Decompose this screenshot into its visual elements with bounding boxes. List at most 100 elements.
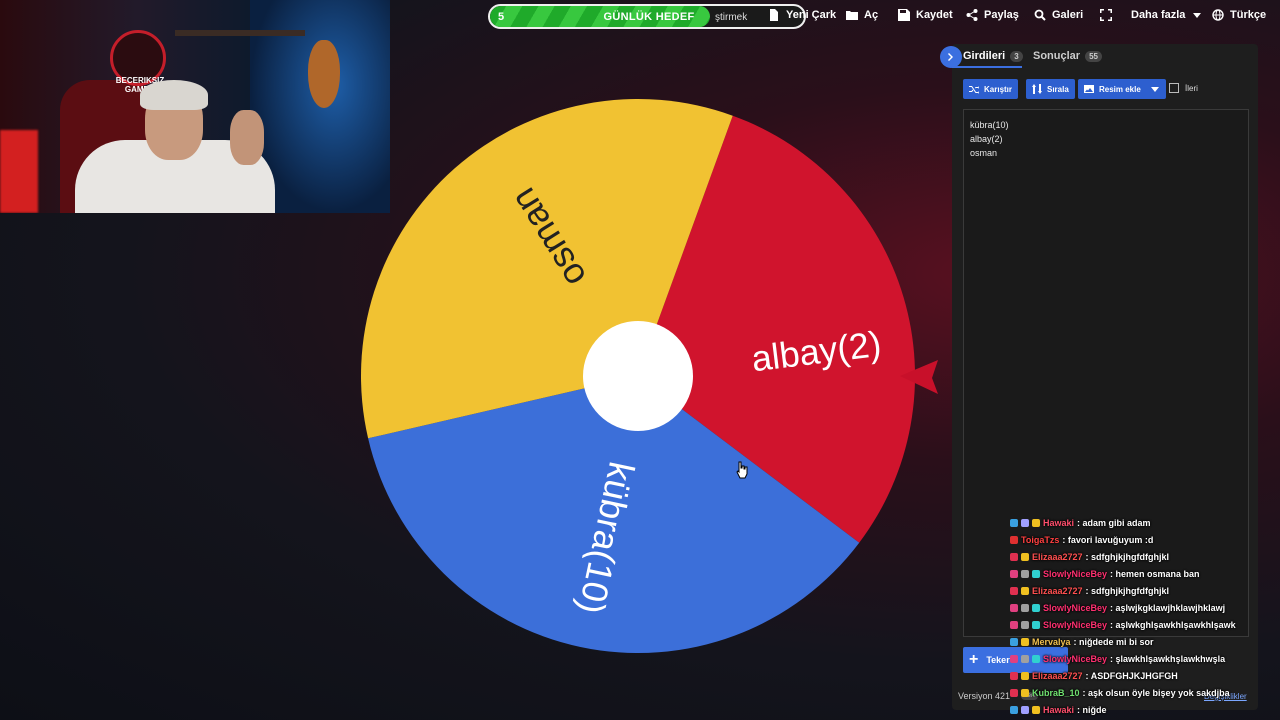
shuffle-button[interactable]: Karıştır [963,79,1019,99]
advanced-toggle[interactable]: İleri [1169,83,1198,93]
chat-username: KubraB_10 [1032,687,1080,698]
chat-username: SlowlyNiceBey [1043,653,1108,664]
chat-text: : favori lavuğuyum :d [1062,534,1154,545]
tab-results-label: Sonuçlar [1033,50,1081,62]
chat-username: SlowlyNiceBey [1043,602,1108,613]
chat-badge-icon [1010,620,1018,629]
chevron-down-icon [1150,87,1159,92]
chat-badge-icon [1010,569,1018,578]
tab-entries[interactable]: Girdileri 3 [963,50,1023,62]
chat-badge-icon [1021,637,1029,646]
sort-label: Sırala [1047,84,1069,94]
chevron-right-icon [948,53,953,61]
share-icon [966,9,978,21]
chat-badge-icon [1010,671,1018,680]
language-button[interactable]: Türkçe [1212,9,1266,21]
chat-username: Hawaki [1043,704,1075,715]
chat-text: : ASDFGHJKJHGFGH [1085,670,1178,681]
chat-badge-icon [1032,603,1040,612]
chat-badge-icon [1010,637,1018,646]
chat-badge-icon [1032,518,1040,527]
chat-username: Mervalya [1032,636,1071,647]
chat-message: SlowlyNiceBey: hemen osmana ban [1010,565,1270,582]
chat-message: Mervalya: niğdede mi bi sor [1010,633,1270,650]
globe-icon [1212,9,1224,21]
wheel-center-button[interactable] [583,321,693,431]
chat-badge-icon [1010,586,1018,595]
entry-line: albay(2) [970,134,1003,144]
advanced-checkbox[interactable] [1169,83,1179,93]
chat-message: KubraB_10: aşk olsun öyle bişey yok sakd… [1010,684,1270,701]
chat-text: : sdfghjkjhgfdfghjkl [1085,551,1170,562]
chat-badge-icon [1021,552,1029,561]
chat-badge-icon [1021,688,1029,697]
chat-text: : niğdede mi bi sor [1073,636,1154,647]
chat-message: Elizaaa2727: sdfghjkjhgfdfghjkl [1010,548,1270,565]
chat-username: ToigaTzs [1021,534,1060,545]
fullscreen-button[interactable] [1100,9,1112,21]
chat-text: : adam gibi adam [1077,517,1151,528]
chat-message: ToigaTzs: favori lavuğuyum :d [1010,531,1270,548]
chat-badge-icon [1010,535,1018,544]
chat-badge-icon [1021,603,1029,612]
tab-results-count: 55 [1085,50,1102,62]
gallery-label: Galeri [1052,9,1084,21]
add-image-label: Resim ekle [1099,84,1141,94]
chat-message: Elizaaa2727: ASDFGHJKJHGFGH [1010,667,1270,684]
entry-line: osman [970,148,998,158]
tab-results[interactable]: Sonuçlar 55 [1033,50,1102,62]
chat-message: SlowlyNiceBey: aşlwkghlşawkhlşawkhlşawk [1010,616,1270,633]
chat-username: SlowlyNiceBey [1043,568,1108,579]
chevron-down-icon [1193,13,1202,18]
chat-badge-icon [1010,603,1018,612]
language-label: Türkçe [1230,9,1267,21]
image-icon [1084,85,1094,93]
chat-badge-icon [1032,705,1040,714]
active-tab-indicator [952,66,1022,68]
chat-username: Elizaaa2727 [1032,670,1083,681]
chat-text: : aşlwkghlşawkhlşawkhlşawk [1110,619,1236,630]
hand-cursor-icon [736,461,748,479]
chat-badge-icon [1010,705,1018,714]
chat-badge-icon [1021,586,1029,595]
chat-badge-icon [1010,654,1018,663]
shuffle-icon [969,86,979,94]
chat-username: Elizaaa2727 [1032,585,1083,596]
chat-text: : sdfghjkjhgfdfghjkl [1085,585,1170,596]
gallery-button[interactable]: Galeri [1034,9,1083,21]
more-menu-button[interactable]: Daha fazla [1131,9,1203,21]
tab-entries-count: 3 [1010,50,1023,62]
more-label: Daha fazla [1131,9,1186,21]
stream-chat-overlay: Hawaki: adam gibi adam ToigaTzs: favori l… [1010,514,1270,718]
collapse-panel-button[interactable] [940,46,962,68]
chat-username: Elizaaa2727 [1032,551,1083,562]
chat-text: : niğde [1077,704,1107,715]
plus-icon: + [969,651,979,668]
chat-text: : aşlwjkgklawjhklawjhklawj [1110,602,1226,613]
spin-wheel[interactable]: albay(2)kübra(10)osman [0,0,940,720]
panel-tabs: Girdileri 3 Sonuçlar 55 [940,44,1258,68]
advanced-label: İleri [1185,83,1198,93]
chat-text: : şlawkhlşawkhşlawkhwşla [1110,653,1226,664]
chat-badge-icon [1032,569,1040,578]
add-wheel-label: Teker [986,655,1010,665]
chat-text: : hemen osmana ban [1110,568,1200,579]
chat-text: : aşk olsun öyle bişey yok sakdjba [1082,687,1230,698]
wheel-pointer [900,360,938,394]
chat-badge-icon [1021,705,1029,714]
chat-badge-icon [1021,620,1029,629]
share-label: Paylaş [984,9,1019,21]
sort-button[interactable]: Sırala [1026,79,1075,99]
chat-message: Hawaki: adam gibi adam [1010,514,1270,531]
chat-message: Hawaki: niğde [1010,701,1270,718]
add-image-button[interactable]: Resim ekle [1078,79,1166,99]
chat-username: Hawaki [1043,517,1075,528]
chat-username: SlowlyNiceBey [1043,619,1108,630]
chat-message: Elizaaa2727: sdfghjkjhgfdfghjkl [1010,582,1270,599]
share-button[interactable]: Paylaş [966,9,1019,21]
chat-badge-icon [1021,671,1029,680]
chat-badge-icon [1021,518,1029,527]
chat-badge-icon [1010,688,1018,697]
tab-entries-label: Girdileri [963,50,1006,62]
sort-icon [1032,84,1042,94]
